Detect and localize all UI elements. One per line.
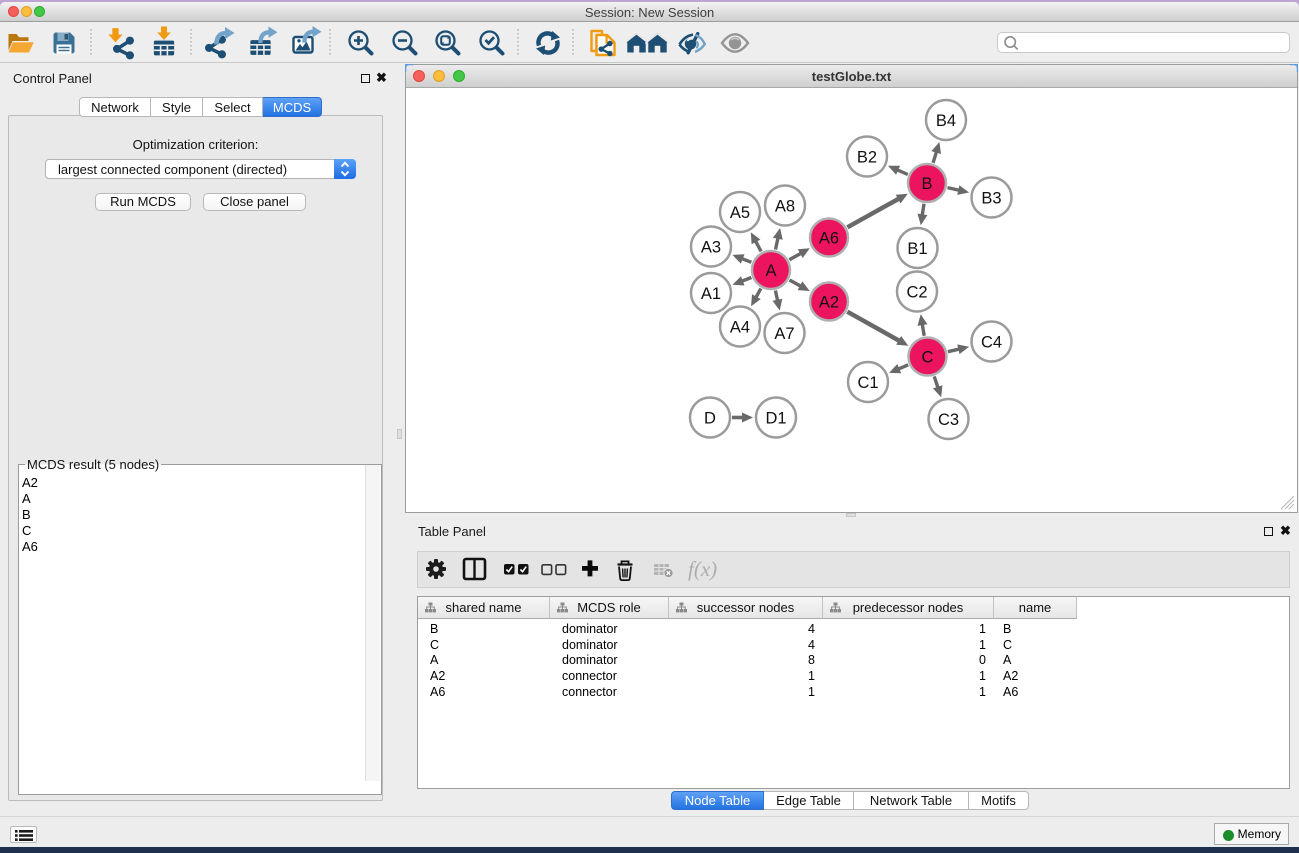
svg-text:A: A <box>765 262 776 280</box>
svg-text:B1: B1 <box>907 240 927 258</box>
svg-text:A6: A6 <box>819 229 839 247</box>
svg-text:C: C <box>922 348 934 366</box>
svg-text:C1: C1 <box>857 374 878 392</box>
svg-text:A8: A8 <box>775 197 795 215</box>
svg-text:D: D <box>704 409 716 427</box>
svg-text:A4: A4 <box>730 318 750 336</box>
svg-text:f(x): f(x) <box>688 557 717 581</box>
svg-text:B3: B3 <box>981 189 1001 207</box>
svg-text:C4: C4 <box>981 333 1002 351</box>
svg-text:A5: A5 <box>730 204 750 222</box>
svg-text:C2: C2 <box>906 283 927 301</box>
svg-text:B4: B4 <box>936 112 956 130</box>
svg-text:B2: B2 <box>857 148 877 166</box>
svg-text:A2: A2 <box>819 293 839 311</box>
svg-text:A7: A7 <box>774 325 794 343</box>
svg-text:C3: C3 <box>938 411 959 429</box>
svg-text:A1: A1 <box>701 285 721 303</box>
svg-text:D1: D1 <box>765 409 786 427</box>
svg-text:B: B <box>921 175 932 193</box>
svg-text:A3: A3 <box>701 238 721 256</box>
